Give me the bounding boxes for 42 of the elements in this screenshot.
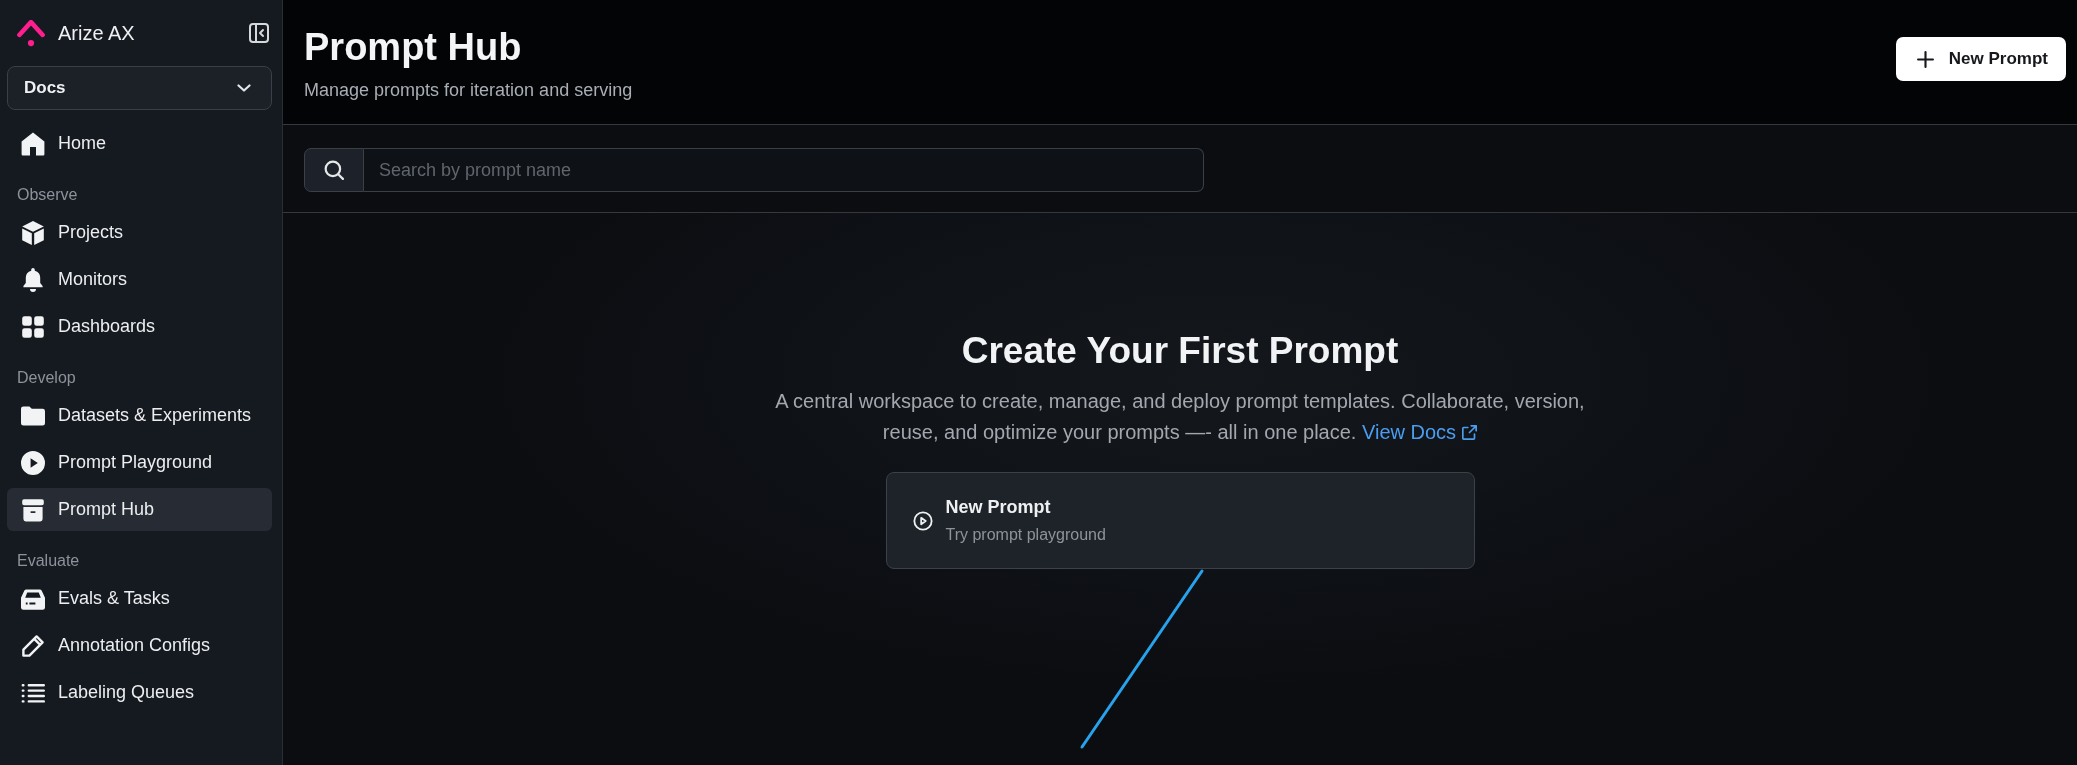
external-link-icon [1462, 425, 1478, 440]
new-prompt-button[interactable]: New Prompt [1895, 37, 2066, 81]
card-title: New Prompt [945, 496, 1052, 518]
plus-icon [1916, 50, 1934, 68]
home-icon [21, 131, 45, 156]
section-heading: Observe [16, 185, 79, 205]
view-docs-link[interactable]: View Docs [1362, 421, 1478, 443]
collapse-sidebar-button[interactable] [249, 23, 269, 43]
tray-icon [21, 586, 45, 611]
section-heading: Evaluate [16, 551, 81, 571]
grid-icon [21, 314, 45, 339]
play-circle-icon [912, 510, 933, 531]
empty-state-description: A central workspace to create, manage, and deploy prompt templates. Collaborate, version, reuse, and optimize your prompts —- all in one place. View Docs [774, 389, 1586, 445]
nav-item[interactable]: Home [7, 122, 272, 165]
nav-item[interactable]: Prompt Playground [7, 441, 272, 484]
search-field[interactable]: Search by prompt name [364, 148, 1204, 192]
empty-state-title: Create Your First Prompt [961, 329, 1399, 373]
cube-icon [21, 220, 45, 245]
nav-item[interactable]: Dashboards [7, 305, 272, 348]
page-title: Prompt Hub [304, 25, 523, 70]
archive-box-icon [21, 497, 45, 522]
page-subtitle: Manage prompts for iteration and serving [304, 79, 633, 102]
nav-item[interactable]: Evals & Tasks [7, 577, 272, 620]
search-icon [324, 160, 344, 180]
nav-item[interactable]: Datasets & Experiments [7, 394, 272, 437]
nav-item[interactable]: Projects [7, 211, 272, 254]
nav-item[interactable]: Annotation Configs [7, 624, 272, 667]
folder-icon [21, 403, 45, 428]
pencil-icon [21, 633, 45, 658]
logo-icon [16, 19, 46, 47]
search-button[interactable] [304, 148, 364, 192]
card-subtitle: Try prompt playground [945, 525, 1106, 545]
bell-icon [21, 267, 45, 292]
workspace-select[interactable]: Docs [7, 66, 272, 110]
nav-item[interactable]: Monitors [7, 258, 272, 301]
section-heading: Develop [16, 368, 77, 388]
brand-name: Arize AX [58, 21, 136, 45]
nav-item[interactable]: Prompt Hub [7, 488, 272, 531]
nav-item[interactable]: Labeling Queues [7, 671, 272, 714]
new-prompt-card[interactable]: New Prompt Try prompt playground [885, 472, 1475, 569]
chevron-down-icon [237, 84, 251, 92]
sidebar-panel-icon [249, 23, 269, 43]
